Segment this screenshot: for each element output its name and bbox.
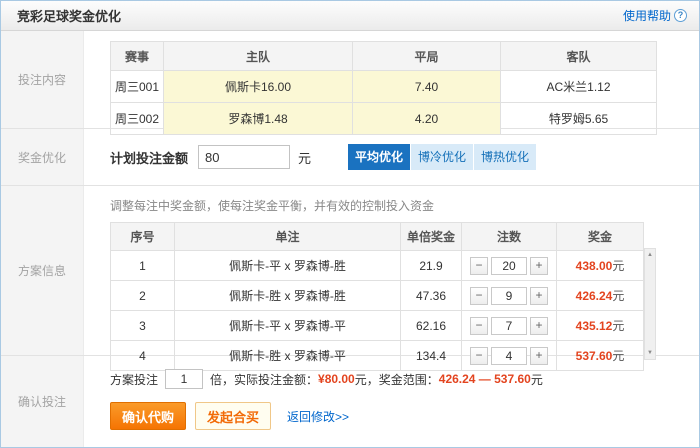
confirm-buttons: 确认代购 发起合买 返回修改>> [110,402,699,430]
page-title: 竞彩足球奖金优化 [17,6,121,25]
col-header-prize: 奖金 [557,223,644,251]
plan-unit-prize-cell: 21.9 [401,251,462,281]
sidebar-label: 确认投注 [18,393,66,410]
plan-combo-cell: 佩斯卡-胜 x 罗森博-胜 [175,281,401,311]
prize-range-value: 426.24 — 537.60 [439,372,531,386]
col-header-count: 注数 [462,223,557,251]
confirm-area: 方案投注 倍，实际投注金额： ¥80.00 元 ，奖金范围： 426.24 — … [84,356,699,447]
plan-table-scrollbar[interactable]: ▲ ▼ [644,248,656,360]
plan-description: 调整每注中奖金额，使每注奖金平衡，并有效的控制投入资金 [110,197,699,214]
back-to-modify-link[interactable]: 返回修改>> [287,408,349,425]
total-amount-value: ¥80.00 [318,372,355,386]
header-bar: 竞彩足球奖金优化 使用帮助 ? [1,1,699,31]
plan-no-cell: 3 [111,311,175,341]
plan-table: 序号 单注 单倍奖金 注数 奖金 1 佩斯卡-平 x 罗森博-胜 21.9 − [110,222,644,371]
tab-average-optimize[interactable]: 平均优化 [348,144,411,170]
prize-unit: 元 [612,319,624,333]
sidebar-item-bet-content: 投注内容 [1,31,84,128]
sidebar-item-confirm-bet: 确认投注 [1,356,84,447]
plan-row: 2 佩斯卡-胜 x 罗森博-胜 47.36 − + 426.24元 [111,281,644,311]
plan-unit-prize-cell: 47.36 [401,281,462,311]
count-stepper: − + [470,287,548,305]
away-odds-cell[interactable]: AC米兰1.12 [501,71,657,103]
confirm-purchase-button[interactable]: 确认代购 [110,402,186,430]
plan-no-cell: 2 [111,281,175,311]
confirm-summary-line: 方案投注 倍，实际投注金额： ¥80.00 元 ，奖金范围： 426.24 — … [110,369,699,389]
plan-row: 3 佩斯卡-平 x 罗森博-平 62.16 − + 435.12元 [111,311,644,341]
sidebar-label: 投注内容 [18,71,66,88]
plan-amount-label: 计划投注金额 [110,148,188,167]
start-group-buy-button[interactable]: 发起合买 [195,402,271,430]
count-input[interactable] [491,287,527,305]
sidebar-item-bonus-optimize: 奖金优化 [1,129,84,185]
plan-count-cell: − + [462,311,557,341]
plan-combo-cell: 佩斯卡-平 x 罗森博-平 [175,311,401,341]
bet-table-row: 周三001 佩斯卡16.00 7.40 AC米兰1.12 [111,71,657,103]
prize-unit: 元 [612,259,624,273]
section-confirm-bet: 确认投注 方案投注 倍，实际投注金额： ¥80.00 元 ，奖金范围： 426.… [1,356,699,447]
sidebar-label: 方案信息 [18,262,66,279]
total-amount-unit: 元 [355,371,367,388]
bet-content-area: 赛事 主队 平局 客队 周三001 佩斯卡16.00 7.40 AC米兰1.12… [84,31,699,128]
prize-value: 438.00 [576,259,613,273]
sidebar-label: 奖金优化 [18,149,66,166]
sidebar-item-plan-info: 方案信息 [1,186,84,355]
bonus-optimizer-panel: 竞彩足球奖金优化 使用帮助 ? 投注内容 赛事 主队 平局 客队 周三001 佩… [0,0,700,448]
prize-value: 426.24 [576,289,613,303]
col-header-away: 客队 [501,42,657,71]
plan-row: 1 佩斯卡-平 x 罗森博-胜 21.9 − + 438.00元 [111,251,644,281]
plan-combo-cell: 佩斯卡-平 x 罗森博-胜 [175,251,401,281]
after-multiple-text: 倍，实际投注金额： [210,371,318,388]
bet-table-header-row: 赛事 主队 平局 客队 [111,42,657,71]
bet-table: 赛事 主队 平局 客队 周三001 佩斯卡16.00 7.40 AC米兰1.12… [110,41,657,135]
minus-button[interactable]: − [470,317,488,335]
range-label: ，奖金范围： [367,371,439,388]
plan-count-cell: − + [462,281,557,311]
help-link[interactable]: 使用帮助 ? [623,7,687,24]
col-header-no: 序号 [111,223,175,251]
plan-no-cell: 1 [111,251,175,281]
col-header-unit-prize: 单倍奖金 [401,223,462,251]
count-stepper: − + [470,257,548,275]
plus-button[interactable]: + [530,317,548,335]
home-odds-cell[interactable]: 佩斯卡16.00 [164,71,353,103]
minus-button[interactable]: − [470,257,488,275]
match-id-cell: 周三001 [111,71,164,103]
prize-value: 435.12 [576,319,613,333]
help-link-label: 使用帮助 [623,7,671,24]
section-bonus-optimize: 奖金优化 计划投注金额 元 平均优化 博冷优化 博热优化 [1,129,699,186]
section-bet-content: 投注内容 赛事 主队 平局 客队 周三001 佩斯卡16.00 7.40 AC米… [1,31,699,129]
help-question-icon: ? [674,9,687,22]
plan-unit-prize-cell: 62.16 [401,311,462,341]
plan-prize-cell: 438.00元 [557,251,644,281]
optimize-tabs: 平均优化 博冷优化 博热优化 [348,144,536,170]
plan-count-cell: − + [462,251,557,281]
col-header-draw: 平局 [353,42,501,71]
prize-unit: 元 [612,289,624,303]
optimize-area: 计划投注金额 元 平均优化 博冷优化 博热优化 [84,129,699,185]
plus-button[interactable]: + [530,287,548,305]
tab-cold-optimize[interactable]: 博冷优化 [411,144,474,170]
multiple-label: 方案投注 [110,371,158,388]
plan-prize-cell: 426.24元 [557,281,644,311]
scroll-up-icon[interactable]: ▲ [647,249,653,261]
multiple-input[interactable] [165,369,203,389]
plus-button[interactable]: + [530,257,548,275]
col-header-match: 赛事 [111,42,164,71]
draw-odds-cell[interactable]: 7.40 [353,71,501,103]
section-plan-info: 方案信息 调整每注中奖金额，使每注奖金平衡，并有效的控制投入资金 序号 单注 单… [1,186,699,356]
plan-amount-input[interactable] [198,145,290,169]
count-input[interactable] [491,317,527,335]
minus-button[interactable]: − [470,287,488,305]
plan-prize-cell: 435.12元 [557,311,644,341]
prize-range-unit: 元 [531,371,543,388]
tab-hot-optimize[interactable]: 博热优化 [474,144,536,170]
amount-unit-label: 元 [298,148,311,167]
col-header-combo: 单注 [175,223,401,251]
col-header-home: 主队 [164,42,353,71]
count-stepper: − + [470,317,548,335]
plan-table-header-row: 序号 单注 单倍奖金 注数 奖金 [111,223,644,251]
count-input[interactable] [491,257,527,275]
plan-info-area: 调整每注中奖金额，使每注奖金平衡，并有效的控制投入资金 序号 单注 单倍奖金 注… [84,186,699,355]
